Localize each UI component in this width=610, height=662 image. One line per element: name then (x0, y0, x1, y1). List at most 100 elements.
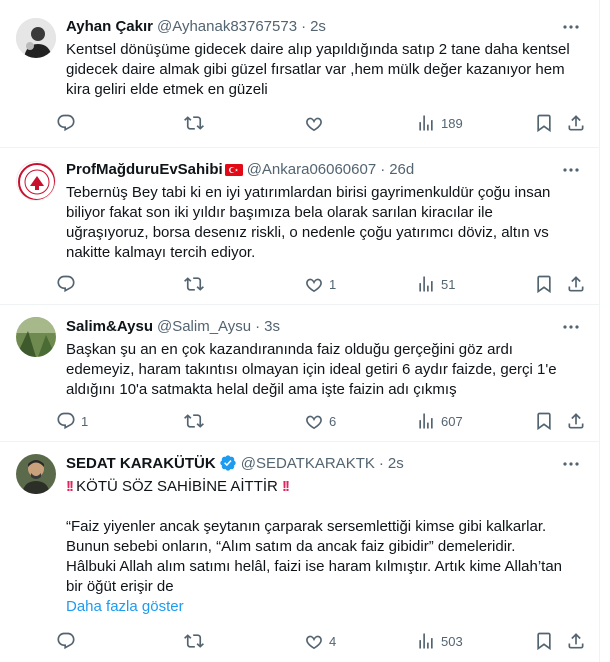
bookmark-button[interactable] (534, 409, 554, 433)
action-bar: 189 (56, 111, 584, 135)
headline-text: KÖTÜ SÖZ SAHİBİNE AİTTİR (76, 478, 278, 495)
separator-dot: · (378, 454, 384, 472)
reply-button[interactable] (56, 629, 81, 653)
display-name[interactable]: Ayhan Çakır (66, 18, 153, 35)
text-line: Tebernüş Bey tabi ki en iyi yatırımlarda… (66, 184, 551, 201)
more-icon[interactable] (561, 17, 581, 37)
retweet-button[interactable] (184, 629, 209, 653)
tweet-text: Kentsel dönüşüme gidecek daire alıp yapı… (66, 40, 583, 100)
share-button[interactable] (566, 272, 586, 296)
avatar[interactable] (16, 454, 56, 494)
reply-count: 1 (81, 413, 89, 429)
views-icon (419, 633, 433, 649)
view-count: 503 (441, 633, 463, 649)
text-line: “Faiz yiyenler ancak şeytanın çarparak s… (66, 518, 547, 535)
retweet-button[interactable] (184, 409, 209, 433)
headline-line: !! KÖTÜ SÖZ SAHİBİNE AİTTİR !! (66, 477, 583, 497)
views-button[interactable]: 51 (416, 272, 455, 296)
bookmark-button[interactable] (534, 111, 554, 135)
text-line: aldığını 10'a satmakta helal değil ama i… (66, 381, 457, 398)
more-icon[interactable] (561, 317, 581, 337)
tweet-4[interactable]: SEDAT KARAKÜTÜK @SEDATKARAKTK · 2s !! KÖ… (0, 442, 599, 662)
user-handle[interactable]: @Ankara06060607 (247, 161, 377, 178)
user-handle[interactable]: @SEDATKARAKTK (241, 455, 375, 472)
turkey-flag-icon (224, 163, 243, 176)
views-button[interactable]: 607 (416, 409, 463, 433)
retweet-button[interactable] (184, 272, 209, 296)
timestamp[interactable]: 3s (264, 318, 280, 335)
text-line: uğraşıyoruz, borsa desenız riskli, o ned… (66, 224, 549, 241)
display-name[interactable]: Salim&Aysu (66, 318, 153, 335)
share-button[interactable] (566, 409, 586, 433)
tweet-text: Tebernüş Bey tabi ki en iyi yatırımlarda… (66, 183, 583, 263)
heart-icon (306, 278, 322, 293)
like-button[interactable] (304, 111, 329, 135)
views-button[interactable]: 503 (416, 629, 463, 653)
separator-dot: · (255, 317, 261, 335)
more-icon[interactable] (561, 160, 581, 180)
reply-icon (57, 275, 75, 293)
tweet-feed: Ayhan Çakır @Ayhanak83767573 · 2s Kentse… (0, 0, 600, 662)
tweet-1[interactable]: Ayhan Çakır @Ayhanak83767573 · 2s Kentse… (0, 0, 599, 148)
timestamp[interactable]: 2s (310, 18, 326, 35)
text-line: gidecek daire almak gibi güzel fırsatlar… (66, 61, 565, 78)
bookmark-icon (537, 632, 551, 651)
user-handle[interactable]: @Ayhanak83767573 (157, 18, 297, 35)
display-name[interactable]: SEDAT KARAKÜTÜK (66, 455, 216, 472)
timestamp[interactable]: 2s (388, 455, 404, 472)
action-bar: 4 503 (56, 629, 584, 653)
heart-icon (306, 635, 322, 650)
like-count: 6 (329, 413, 337, 429)
share-button[interactable] (566, 629, 586, 653)
bookmark-button[interactable] (534, 272, 554, 296)
separator-dot: · (301, 17, 307, 35)
reply-button[interactable] (56, 272, 81, 296)
tweet-text: !! KÖTÜ SÖZ SAHİBİNE AİTTİR !! “Faiz yiy… (66, 477, 583, 617)
like-button[interactable]: 6 (304, 409, 336, 433)
avatar[interactable] (16, 161, 56, 201)
tweet-header: SEDAT KARAKÜTÜK @SEDATKARAKTK · 2s (66, 453, 549, 473)
retweet-button[interactable] (184, 111, 209, 135)
reply-button[interactable]: 1 (56, 409, 88, 433)
tweet-text: Başkan şu an en çok kazandıranında faiz … (66, 340, 583, 400)
text-line: bir öğüt erişir de (66, 578, 174, 595)
share-button[interactable] (566, 111, 586, 135)
avatar[interactable] (16, 317, 56, 357)
reply-button[interactable] (56, 111, 81, 135)
separator-dot: · (380, 160, 386, 178)
avatar[interactable] (16, 18, 56, 58)
reply-icon (57, 412, 75, 430)
reply-icon (57, 632, 75, 650)
views-button[interactable]: 189 (416, 111, 463, 135)
text-line: kira geliri elde etmek en güzeli (66, 81, 268, 98)
tweet-header: Ayhan Çakır @Ayhanak83767573 · 2s (66, 16, 549, 36)
more-icon[interactable] (561, 454, 581, 474)
like-button[interactable]: 1 (304, 272, 336, 296)
reply-icon (57, 114, 75, 132)
views-icon (419, 413, 433, 429)
tweet-3[interactable]: Salim&Aysu @Salim_Aysu · 3s Başkan şu an… (0, 305, 599, 442)
timestamp[interactable]: 26d (389, 161, 414, 178)
like-button[interactable]: 4 (304, 629, 336, 653)
action-bar: 1 51 (56, 272, 584, 296)
show-more-link[interactable]: Daha fazla göster (66, 597, 583, 617)
tweet-header: Salim&Aysu @Salim_Aysu · 3s (66, 316, 549, 336)
display-name[interactable]: ProfMağduruEvSahibi (66, 161, 223, 178)
retweet-icon (184, 116, 204, 130)
bookmark-button[interactable] (534, 629, 554, 653)
user-handle[interactable]: @Salim_Aysu (157, 318, 251, 335)
text-line: Bunun sebebi onların, “Alım satım da anc… (66, 538, 516, 555)
double-exclamation-icon: !! (66, 478, 74, 495)
views-icon (419, 115, 433, 131)
retweet-icon (184, 277, 204, 291)
text-line: edemeyiz, haram takıntısı olmayan için i… (66, 361, 557, 378)
retweet-icon (184, 414, 204, 428)
like-count: 4 (329, 633, 337, 649)
bookmark-icon (537, 412, 551, 431)
like-count: 1 (329, 276, 337, 292)
text-line: biliyor fakat son iki yıldır başımıza be… (66, 204, 493, 221)
text-line: Kentsel dönüşüme gidecek daire alıp yapı… (66, 41, 570, 58)
bookmark-icon (537, 114, 551, 133)
tweet-2[interactable]: ProfMağduruEvSahibi @Ankara06060607 · 26… (0, 148, 599, 305)
